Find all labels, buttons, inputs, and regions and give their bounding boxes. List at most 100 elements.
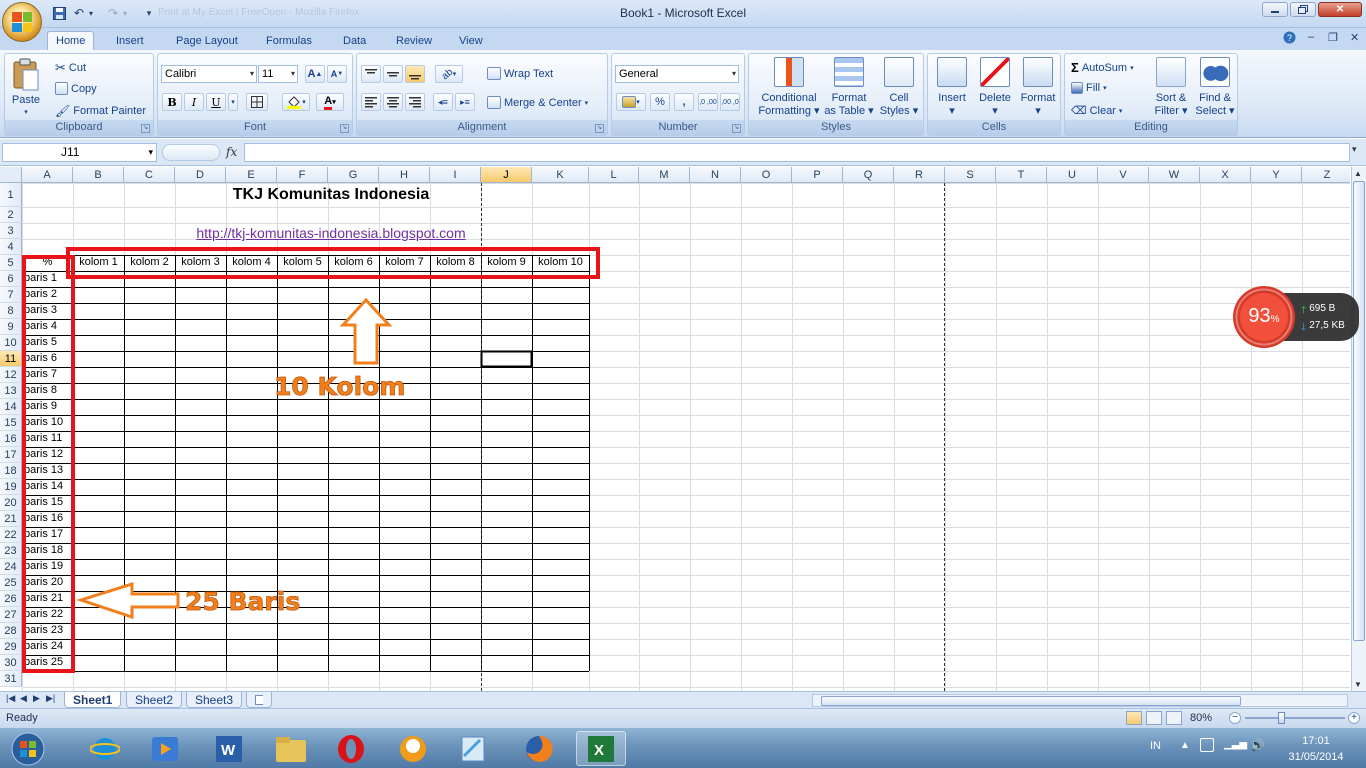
start-button[interactable] (2, 731, 54, 766)
zoom-level[interactable]: 80% (1190, 712, 1212, 724)
ribbon-restore-icon[interactable]: ❐ (1328, 31, 1338, 44)
vertical-scrollbar[interactable]: ▲ ▼ (1351, 167, 1366, 691)
paste-button[interactable]: Paste ▾ (11, 58, 41, 116)
prev-sheet-icon[interactable]: ◀ (20, 693, 27, 704)
office-button[interactable] (2, 2, 42, 42)
page-break-view-icon[interactable] (1166, 711, 1182, 725)
font-color-button[interactable]: A ▾ (316, 93, 344, 111)
scroll-up-icon[interactable]: ▲ (1354, 169, 1362, 178)
format-cells-button[interactable]: Format ▾ (1016, 57, 1060, 118)
underline-dropdown-icon[interactable]: ▾ (228, 93, 238, 111)
italic-button[interactable]: I (184, 93, 204, 111)
tab-view[interactable]: View (451, 31, 491, 50)
sheet-tab-2[interactable]: Sheet2 (126, 692, 183, 708)
horizontal-scroll-thumb[interactable] (821, 696, 1241, 706)
tab-review[interactable]: Review (388, 31, 440, 50)
decrease-decimal-button[interactable]: ,00 ,0 (720, 93, 740, 111)
zoom-slider-track[interactable] (1245, 717, 1345, 719)
tab-page-layout[interactable]: Page Layout (168, 31, 246, 50)
minimize-button[interactable] (1262, 2, 1288, 17)
increase-decimal-button[interactable]: ,0 ,00 (698, 93, 718, 111)
percent-style-button[interactable]: % (650, 93, 670, 111)
borders-button[interactable] (246, 93, 268, 111)
wrap-text-button[interactable]: Wrap Text (487, 67, 553, 80)
number-launcher-icon[interactable]: ↘ (732, 124, 741, 133)
bold-button[interactable]: B (162, 93, 182, 111)
zoom-slider-thumb[interactable] (1278, 712, 1285, 724)
insert-sheet-icon[interactable] (246, 692, 272, 708)
grow-font-button[interactable]: A ▲ (305, 65, 325, 83)
sheet-tab-1[interactable]: Sheet1 (64, 692, 122, 708)
align-right-button[interactable] (405, 93, 425, 111)
align-left-button[interactable] (361, 93, 381, 111)
find-select-button[interactable]: Find & Select ▾ (1193, 57, 1237, 118)
ribbon-minimize-icon[interactable]: – (1308, 31, 1314, 43)
signal-icon[interactable]: ▁▃▅ (1224, 739, 1247, 750)
firefox-icon[interactable] (514, 731, 564, 766)
internet-explorer-icon[interactable] (80, 731, 130, 766)
close-button[interactable]: ✕ (1318, 2, 1362, 17)
tab-home[interactable]: Home (47, 31, 95, 50)
sheet-tab-3[interactable]: Sheet3 (186, 692, 243, 708)
restore-button[interactable] (1290, 2, 1316, 17)
zoom-out-icon[interactable]: − (1229, 712, 1241, 724)
first-sheet-icon[interactable]: |◀ (6, 693, 15, 704)
underline-button[interactable]: U (206, 93, 226, 111)
font-name-select[interactable]: Calibri ▾ (161, 65, 257, 83)
copy-button[interactable]: Copy (55, 82, 97, 95)
scroll-down-icon[interactable]: ▼ (1354, 680, 1362, 689)
align-top-button[interactable] (361, 65, 381, 83)
word-icon[interactable]: W (204, 731, 254, 766)
formula-expand-icon[interactable]: ▾ (1352, 144, 1364, 161)
font-size-select[interactable]: 11 ▾ (258, 65, 298, 83)
merge-center-button[interactable]: Merge & Center ▾ (487, 96, 588, 109)
number-format-select[interactable]: General ▾ (615, 65, 739, 83)
messenger-icon[interactable] (388, 731, 438, 766)
zoom-in-icon[interactable]: + (1348, 712, 1360, 724)
network-meter-widget[interactable]: 93% 🡑 695 B 🡓 27,5 KB (1233, 284, 1359, 350)
insert-cells-button[interactable]: Insert ▾ (930, 57, 974, 118)
tab-data[interactable]: Data (335, 31, 374, 50)
shrink-font-button[interactable]: A ▼ (327, 65, 347, 83)
conditional-formatting-button[interactable]: Conditional Formatting ▾ (755, 57, 823, 118)
file-explorer-icon[interactable] (266, 731, 316, 766)
formula-input[interactable] (244, 143, 1350, 162)
format-painter-button[interactable]: 🖌 Format Painter (55, 104, 146, 118)
horizontal-scrollbar[interactable] (812, 694, 1348, 707)
input-language[interactable]: IN (1150, 740, 1161, 752)
autosum-button[interactable]: Σ AutoSum ▾ (1071, 60, 1134, 75)
notepad-icon[interactable] (448, 731, 498, 766)
sort-filter-button[interactable]: Sort & Filter ▾ (1149, 57, 1193, 118)
delete-cells-button[interactable]: Delete ▾ (974, 57, 1016, 118)
tab-insert[interactable]: Insert (108, 31, 152, 50)
battery-icon[interactable] (1200, 738, 1214, 752)
cut-button[interactable]: ✂ Cut (55, 60, 86, 76)
increase-indent-button[interactable]: ▸≡ (455, 93, 475, 111)
align-center-button[interactable] (383, 93, 403, 111)
opera-icon[interactable] (326, 731, 376, 766)
last-sheet-icon[interactable]: ▶| (46, 693, 55, 704)
tray-expand-icon[interactable]: ▲ (1180, 740, 1190, 751)
name-box[interactable]: J11 ▾ (2, 143, 157, 162)
clock-time[interactable]: 17:01 (1296, 735, 1336, 747)
align-middle-button[interactable] (383, 65, 403, 83)
decrease-indent-button[interactable]: ◂≡ (433, 93, 453, 111)
clock-date[interactable]: 31/05/2014 (1276, 751, 1356, 763)
format-as-table-button[interactable]: Format as Table ▾ (823, 57, 875, 118)
comma-style-button[interactable]: , (674, 93, 694, 111)
name-box-dropdown-icon[interactable]: ▾ (148, 144, 153, 161)
excel-taskbar-icon[interactable]: X (576, 731, 626, 766)
volume-icon[interactable]: 🔊 (1250, 738, 1265, 752)
worksheet-grid[interactable]: ABCDEFGHIJKLMNOPQRSTUVWXYZ 1 2 3 4 5 6 7 8 9 10 11… (0, 167, 1350, 691)
fill-color-button[interactable]: ▾ (282, 93, 310, 111)
page-layout-view-icon[interactable] (1146, 711, 1162, 725)
clear-button[interactable]: ⌫ Clear ▾ (1071, 104, 1122, 118)
normal-view-icon[interactable] (1126, 711, 1142, 725)
clipboard-launcher-icon[interactable]: ↘ (141, 124, 150, 133)
accounting-format-button[interactable]: ▾ (616, 93, 646, 111)
sheet-link[interactable]: http://tkj-komunitas-indonesia.blogspot.… (73, 226, 589, 241)
alignment-launcher-icon[interactable]: ↘ (595, 124, 604, 133)
help-icon[interactable]: ? (1283, 31, 1296, 47)
orientation-button[interactable]: ab ▾ (435, 65, 463, 83)
vertical-scroll-thumb[interactable] (1353, 181, 1365, 641)
